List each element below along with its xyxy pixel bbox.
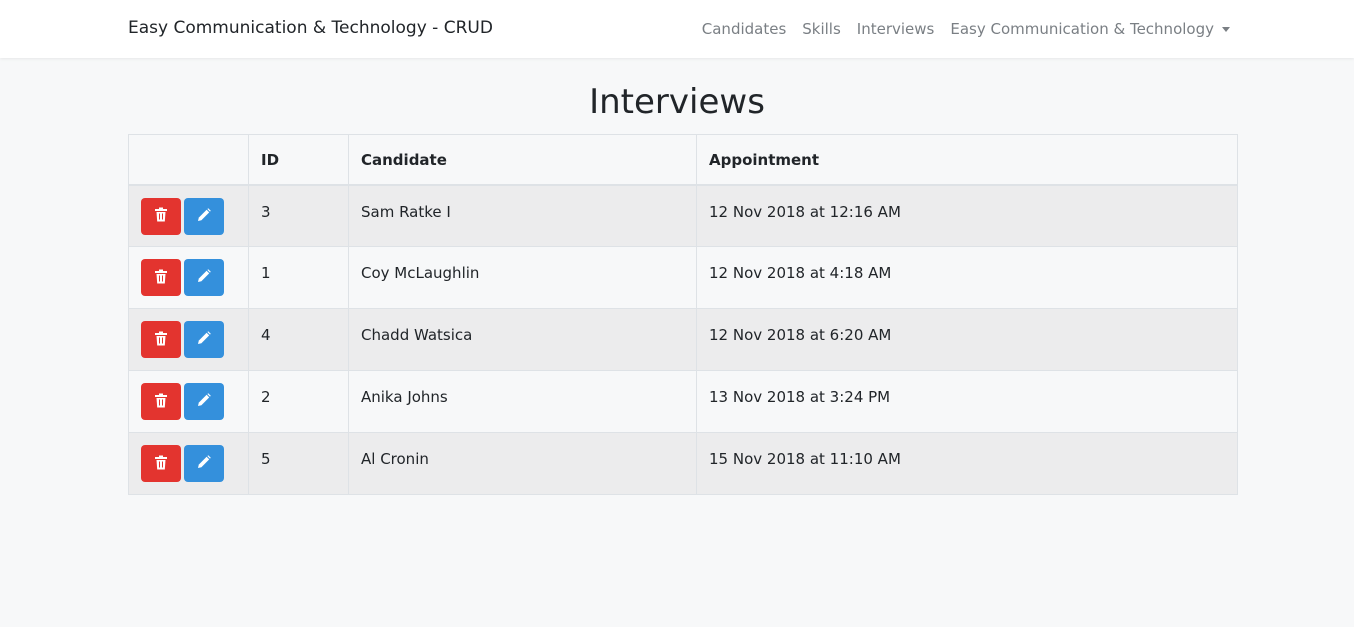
row-actions <box>128 246 249 309</box>
trash-icon <box>154 207 168 225</box>
nav-link-candidates[interactable]: Candidates <box>702 20 787 38</box>
table-body: 3 Sam Ratke I 12 Nov 2018 at 12:16 AM 1 Coy … <box>128 184 1238 495</box>
table-row: 3 Sam Ratke I 12 Nov 2018 at 12:16 AM <box>128 184 1238 247</box>
header-actions <box>128 134 249 186</box>
cell-id: 3 <box>248 184 349 247</box>
edit-button[interactable] <box>184 383 224 420</box>
page-title: Interviews <box>589 82 765 122</box>
header-candidate: Candidate <box>348 134 697 186</box>
edit-button[interactable] <box>184 197 224 235</box>
delete-button[interactable] <box>141 383 181 420</box>
cell-id: 5 <box>248 432 349 495</box>
cell-candidate: Sam Ratke I <box>348 184 697 247</box>
table-row: 2 Anika Johns 13 Nov 2018 at 3:24 PM <box>128 370 1238 433</box>
row-actions <box>128 184 249 247</box>
table-row: 1 Coy McLaughlin 12 Nov 2018 at 4:18 AM <box>128 246 1238 309</box>
edit-button[interactable] <box>184 321 224 358</box>
trash-icon <box>154 455 168 473</box>
delete-button[interactable] <box>141 445 181 482</box>
cell-candidate: Al Cronin <box>348 432 697 495</box>
nav-dropdown-label: Easy Communication & Technology <box>950 20 1214 38</box>
row-actions <box>128 432 249 495</box>
pencil-icon <box>197 269 211 286</box>
pencil-icon <box>197 455 211 472</box>
delete-button[interactable] <box>141 197 181 235</box>
pencil-icon <box>197 393 211 410</box>
edit-button[interactable] <box>184 445 224 482</box>
navbar-brand[interactable]: Easy Communication & Technology - CRUD <box>128 18 493 38</box>
cell-id: 4 <box>248 308 349 371</box>
navbar: Easy Communication & Technology - CRUD C… <box>0 0 1354 58</box>
nav-link-skills[interactable]: Skills <box>802 20 841 38</box>
trash-icon <box>154 331 168 349</box>
pencil-icon <box>197 207 211 225</box>
cell-candidate: Anika Johns <box>348 370 697 433</box>
row-actions <box>128 370 249 433</box>
caret-down-icon <box>1222 27 1230 32</box>
nav-link-interviews[interactable]: Interviews <box>857 20 935 38</box>
header-id: ID <box>248 134 349 186</box>
nav-links: Candidates Skills Interviews Easy Commun… <box>702 20 1230 38</box>
trash-icon <box>154 393 168 411</box>
interviews-table: ID Candidate Appointment 3 Sam Ratke I 12 … <box>128 134 1238 495</box>
delete-button[interactable] <box>141 259 181 296</box>
cell-appointment: 12 Nov 2018 at 12:16 AM <box>696 184 1238 247</box>
header-appointment: Appointment <box>696 134 1238 186</box>
cell-appointment: 12 Nov 2018 at 6:20 AM <box>696 308 1238 371</box>
pencil-icon <box>197 331 211 348</box>
cell-candidate: Chadd Watsica <box>348 308 697 371</box>
delete-button[interactable] <box>141 321 181 358</box>
cell-candidate: Coy McLaughlin <box>348 246 697 309</box>
cell-appointment: 12 Nov 2018 at 4:18 AM <box>696 246 1238 309</box>
table-row: 4 Chadd Watsica 12 Nov 2018 at 6:20 AM <box>128 308 1238 371</box>
cell-appointment: 13 Nov 2018 at 3:24 PM <box>696 370 1238 433</box>
trash-icon <box>154 269 168 287</box>
edit-button[interactable] <box>184 259 224 296</box>
table-header-row: ID Candidate Appointment <box>128 134 1238 186</box>
table-row: 5 Al Cronin 15 Nov 2018 at 11:10 AM <box>128 432 1238 495</box>
row-actions <box>128 308 249 371</box>
cell-id: 1 <box>248 246 349 309</box>
cell-appointment: 15 Nov 2018 at 11:10 AM <box>696 432 1238 495</box>
nav-dropdown-toggle[interactable]: Easy Communication & Technology <box>950 20 1230 38</box>
cell-id: 2 <box>248 370 349 433</box>
